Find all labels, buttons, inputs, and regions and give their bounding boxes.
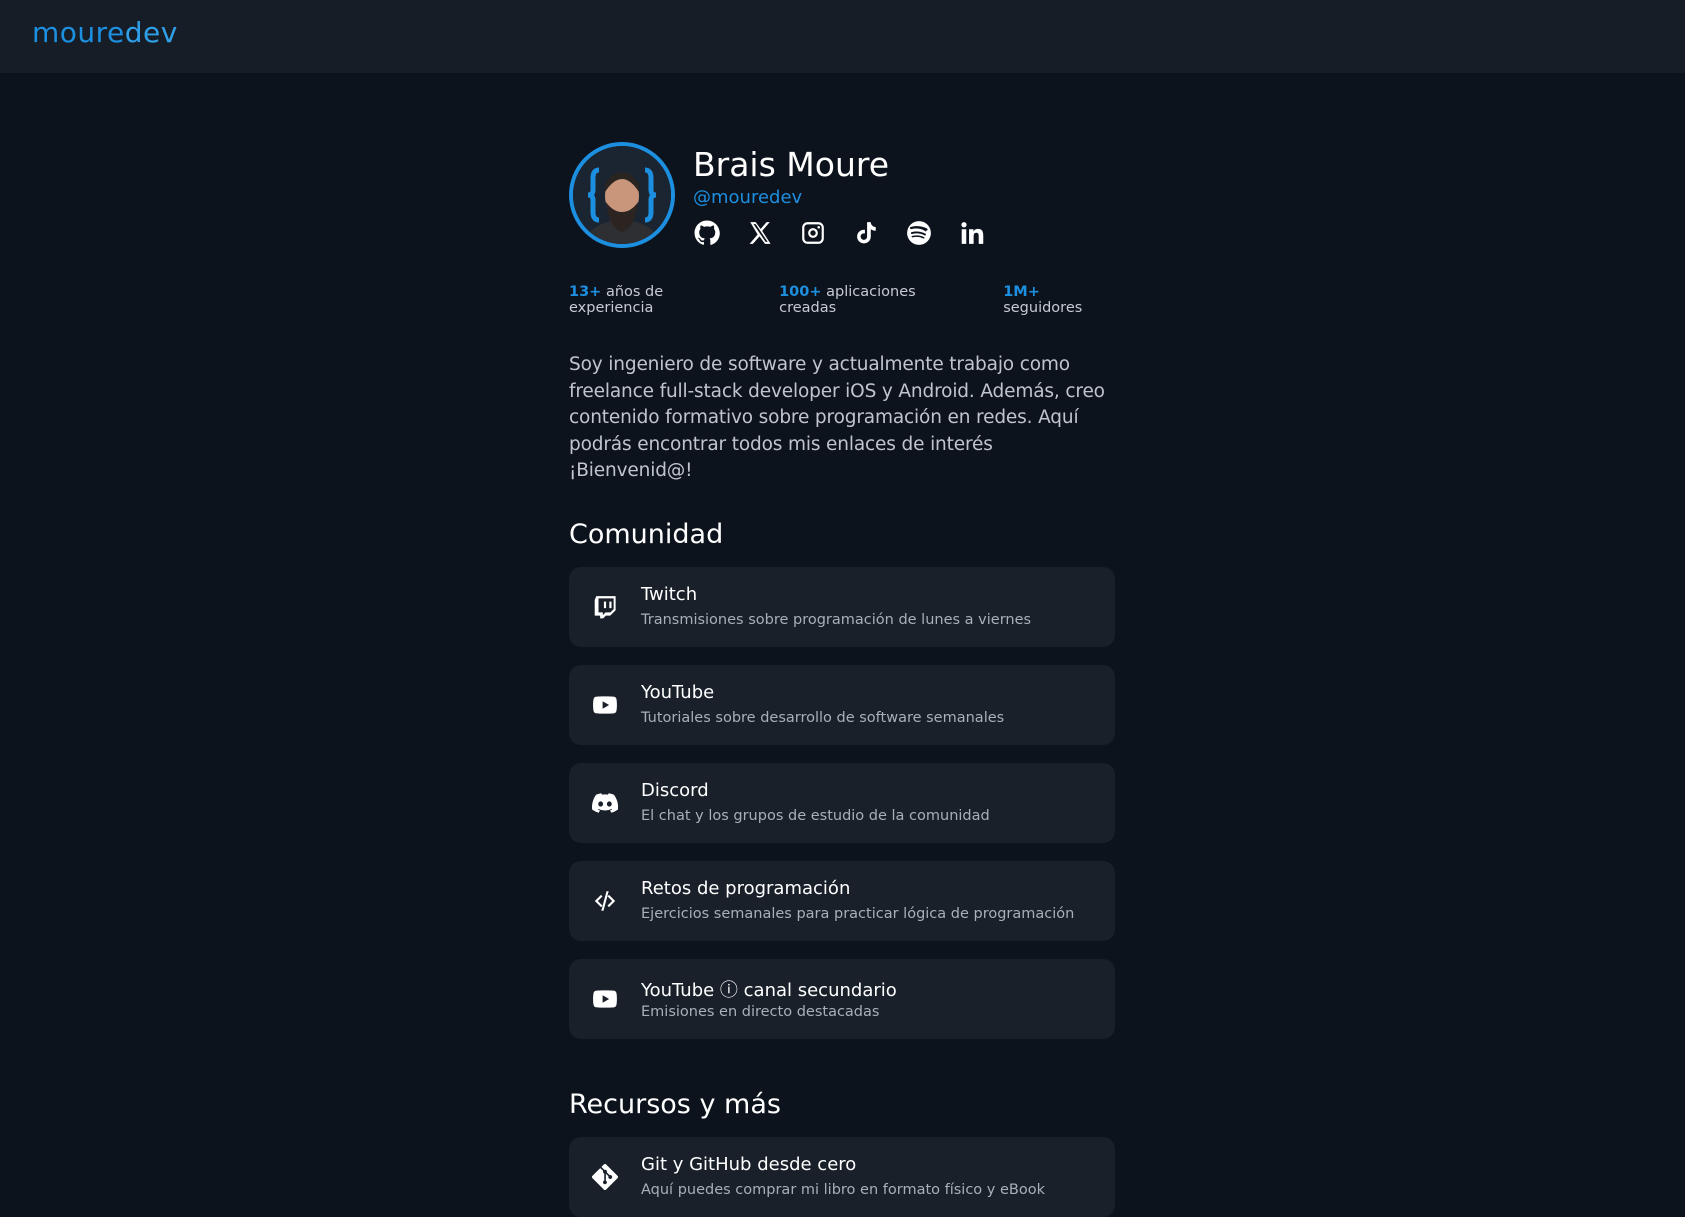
card-subtitle: Emisiones en directo destacadas (641, 1003, 880, 1020)
resources-links: Git y GitHub desde cero Aquí puedes comp… (569, 1136, 1115, 1217)
stat-apps: 100+ aplicaciones creadas (779, 284, 963, 316)
card-title: Retos de programación (641, 877, 851, 899)
card-subtitle: El chat y los grupos de estudio de la co… (641, 807, 990, 824)
card-title: Discord (641, 779, 709, 801)
twitch-icon (591, 593, 619, 621)
card-subtitle: Ejercicios semanales para practicar lógi… (641, 905, 1075, 922)
link-card-youtube[interactable]: YouTube Tutoriales sobre desarrollo de s… (569, 664, 1115, 745)
stat-label: seguidores (1003, 300, 1083, 316)
top-bar: mouredev (0, 0, 1685, 73)
main-content: Brais Moure @mouredev 13+ años de experi… (569, 142, 1115, 1217)
profile-handle[interactable]: @mouredev (693, 187, 802, 208)
social-links (693, 219, 985, 246)
card-title: Twitch (641, 583, 698, 605)
avatar (569, 142, 675, 248)
link-card-twitch[interactable]: Twitch Transmisiones sobre programación … (569, 566, 1115, 647)
card-subtitle: Aquí puedes comprar mi libro en formato … (641, 1181, 1045, 1198)
stat-number: 13+ (569, 284, 602, 300)
mouredev-logo[interactable]: mouredev (32, 16, 178, 49)
stat-followers: 1M+ seguidores (1003, 284, 1115, 316)
card-subtitle: Tutoriales sobre desarrollo de software … (641, 709, 1005, 726)
logo-text-dev: dev (124, 16, 178, 49)
discord-icon (591, 789, 619, 817)
card-title: YouTube ⓘ canal secundario (641, 979, 897, 1001)
x-icon[interactable] (746, 219, 773, 246)
git-icon (591, 1163, 619, 1191)
logo-text-moure: moure (32, 16, 125, 49)
section-title-recursos: Recursos y más (569, 1088, 781, 1120)
stat-number: 1M+ (1003, 284, 1040, 300)
link-card-git-github[interactable]: Git y GitHub desde cero Aquí puedes comp… (569, 1136, 1115, 1217)
stat-number: 100+ (779, 284, 822, 300)
link-card-discord[interactable]: Discord El chat y los grupos de estudio … (569, 762, 1115, 843)
link-card-retos[interactable]: Retos de programación Ejercicios semanal… (569, 860, 1115, 941)
community-links: Twitch Transmisiones sobre programación … (569, 566, 1115, 1039)
instagram-icon[interactable] (799, 219, 826, 246)
youtube-icon (591, 985, 619, 1013)
github-icon[interactable] (693, 219, 720, 246)
stat-experience: 13+ años de experiencia (569, 284, 739, 316)
code-icon (591, 887, 619, 915)
bio-text: Soy ingeniero de software y actualmente … (569, 354, 1105, 481)
stats-row: 13+ años de experiencia 100+ aplicacione… (569, 284, 1115, 316)
card-title: YouTube (641, 681, 715, 703)
linkedin-icon[interactable] (958, 219, 985, 246)
section-title-comunidad: Comunidad (569, 518, 724, 550)
spotify-icon[interactable] (905, 219, 932, 246)
link-card-youtube-secundario[interactable]: YouTube ⓘ canal secundario Emisiones en … (569, 958, 1115, 1039)
card-title: Git y GitHub desde cero (641, 1153, 857, 1175)
youtube-icon (591, 691, 619, 719)
profile-header: Brais Moure @mouredev (569, 142, 1115, 252)
avatar-image (573, 146, 671, 244)
tiktok-icon[interactable] (852, 219, 879, 246)
card-subtitle: Transmisiones sobre programación de lune… (641, 611, 1032, 628)
profile-name: Brais Moure (693, 145, 890, 184)
